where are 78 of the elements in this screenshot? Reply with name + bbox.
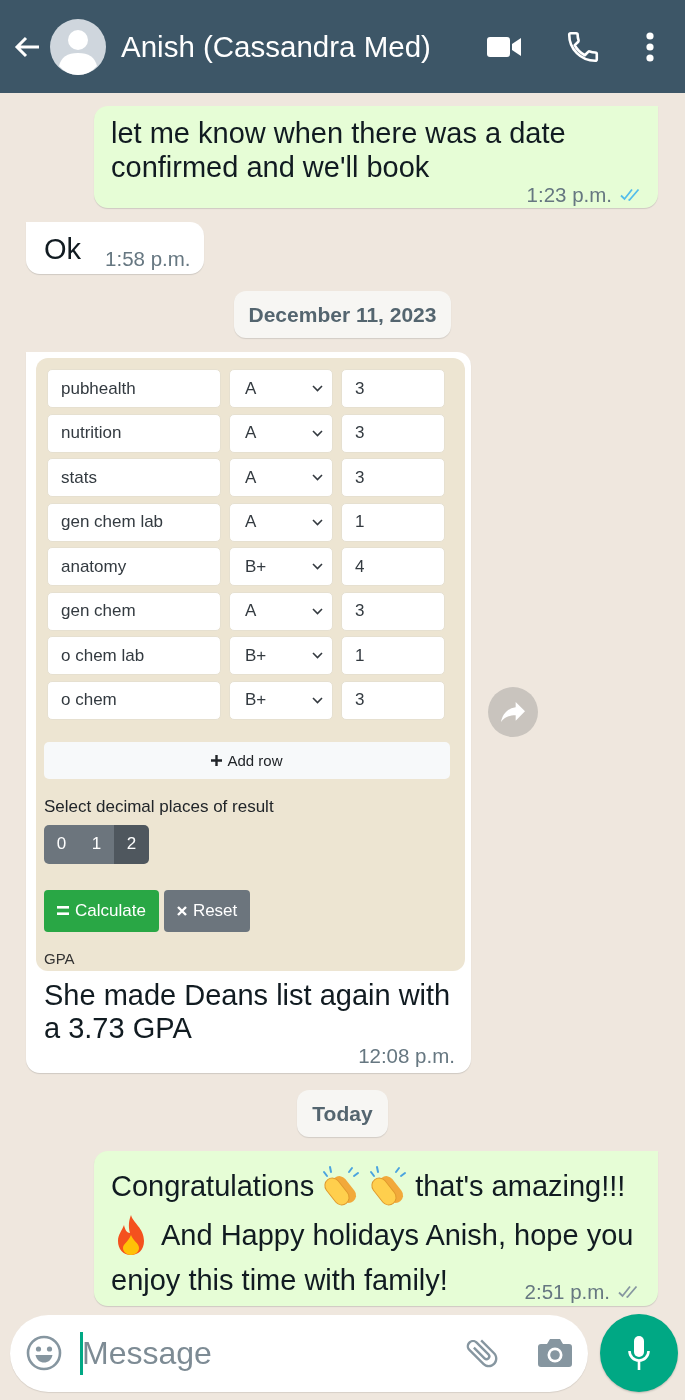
message-text: And Happy holidays Anish, hope you <box>161 1217 634 1252</box>
date-separator: December 11, 2023 <box>233 291 452 338</box>
message-text: that's amazing!!! <box>415 1168 626 1203</box>
chevron-down-icon <box>312 429 323 437</box>
more-options-icon[interactable] <box>646 31 654 62</box>
course-field[interactable]: stats <box>47 458 221 497</box>
add-row-button[interactable]: Add row <box>44 741 450 779</box>
clapping-hands-icon <box>368 1164 409 1207</box>
grade-value: A <box>245 512 257 532</box>
course-field[interactable]: pubhealth <box>47 369 221 408</box>
decimal-places-label: Select decimal places of result <box>44 796 274 817</box>
grade-value: A <box>245 423 257 443</box>
grade-value: B+ <box>245 645 267 666</box>
message-text: She made Deans list again with a 3.73 GPA <box>44 978 452 1045</box>
decimal-option[interactable]: 1 <box>79 824 114 864</box>
forward-arrow-icon <box>501 702 525 723</box>
microphone-icon <box>628 1336 650 1370</box>
credits-field[interactable]: 1 <box>341 502 445 542</box>
message-time: 1:58 p.m. <box>105 248 191 270</box>
message-field[interactable]: Message <box>82 1331 463 1375</box>
credits-field[interactable]: 1 <box>341 636 445 675</box>
grade-value: A <box>245 601 257 621</box>
avatar-icon[interactable] <box>50 18 106 75</box>
credits-field[interactable]: 3 <box>341 591 445 631</box>
message-text: Congratulations <box>111 1168 315 1203</box>
course-field[interactable]: anatomy <box>47 547 221 586</box>
message-time: 12:08 p.m. <box>358 1044 455 1067</box>
grade-select[interactable]: A <box>229 502 333 542</box>
video-camera-icon[interactable] <box>487 35 521 58</box>
phone-icon[interactable] <box>568 31 598 62</box>
grade-select[interactable]: B+ <box>229 547 333 586</box>
message-text: enjoy this time with family! <box>111 1262 448 1297</box>
message-input-bar[interactable]: Message <box>10 1314 588 1392</box>
message-text: Ok <box>44 232 82 266</box>
plus-icon <box>211 754 223 766</box>
message-time: 2:51 p.m. <box>524 1280 610 1303</box>
grade-select[interactable]: A <box>229 413 333 453</box>
grade-value: A <box>245 378 257 399</box>
credits-field[interactable]: 3 <box>341 458 445 497</box>
chevron-down-icon <box>312 563 323 570</box>
clapping-hands-icon <box>321 1164 362 1207</box>
grade-select[interactable]: A <box>229 369 333 408</box>
course-field[interactable]: nutrition <box>47 413 221 453</box>
course-field[interactable]: gen chem <box>47 591 221 631</box>
date-separator: Today <box>297 1089 388 1137</box>
chevron-down-icon <box>312 474 323 481</box>
credits-field[interactable]: 3 <box>341 413 445 453</box>
chevron-down-icon <box>312 385 323 392</box>
close-icon <box>176 905 187 916</box>
credits-field[interactable]: 4 <box>341 547 445 586</box>
result-label: GPA <box>44 949 75 967</box>
grade-value: B+ <box>245 690 267 710</box>
grade-value: B+ <box>245 556 267 577</box>
credits-field[interactable]: 3 <box>341 369 445 408</box>
credits-field[interactable]: 3 <box>341 680 445 720</box>
chevron-down-icon <box>312 696 323 704</box>
text-cursor <box>80 1331 83 1375</box>
decimal-option[interactable]: 2 <box>114 824 149 864</box>
message-time: 1:23 p.m. <box>526 184 612 206</box>
reset-button[interactable]: Reset <box>163 889 251 932</box>
chevron-down-icon <box>312 518 323 526</box>
grade-select[interactable]: A <box>229 458 333 497</box>
emoji-icon[interactable] <box>26 1335 62 1371</box>
course-field[interactable]: o chem lab <box>47 636 221 675</box>
contact-name[interactable]: Anish (Cassandra Med) <box>121 28 431 65</box>
chevron-down-icon <box>312 607 323 615</box>
back-arrow-icon[interactable] <box>12 34 40 59</box>
course-field[interactable]: gen chem lab <box>47 502 221 542</box>
equals-icon <box>57 906 69 915</box>
message-text: let me know when there was a date confirmed and we'll book <box>111 116 567 184</box>
grade-select[interactable]: A <box>229 591 333 631</box>
grade-value: A <box>245 467 257 488</box>
decimal-option[interactable]: 0 <box>44 824 79 864</box>
course-field[interactable]: o chem <box>47 680 221 720</box>
chevron-down-icon <box>312 652 323 659</box>
grade-select[interactable]: B+ <box>229 680 333 720</box>
grade-select[interactable]: B+ <box>229 636 333 675</box>
camera-icon[interactable] <box>537 1338 573 1368</box>
